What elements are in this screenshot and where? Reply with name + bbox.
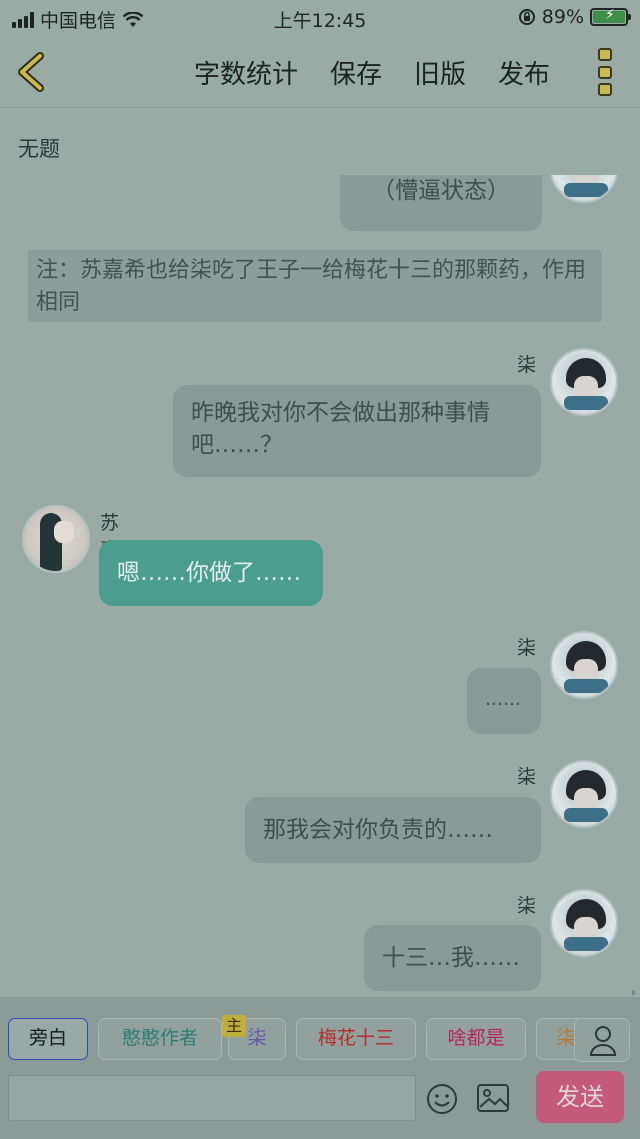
sender-name: 柒	[517, 637, 537, 659]
message-bubble: 那我会对你负责的……	[245, 797, 541, 863]
narration-note: 注：苏嘉希也给柒吃了王子一给梅花十三的那颗药，作用相同	[28, 250, 602, 322]
status-bar: 中国电信 上午12:45 89%	[0, 0, 640, 34]
avatar	[22, 505, 90, 573]
message-bubble: （懵逼状态）	[340, 175, 542, 231]
avatar	[550, 348, 618, 416]
role-qi-2[interactable]: 柒	[536, 1018, 578, 1060]
image-icon[interactable]	[476, 1083, 510, 1113]
old-version-button[interactable]: 旧版	[414, 54, 466, 91]
scrollbar[interactable]	[632, 990, 635, 995]
sender-name: 柒	[517, 354, 537, 376]
more-menu-icon[interactable]	[598, 48, 614, 96]
avatar	[550, 889, 618, 957]
avatar	[550, 631, 618, 699]
message-bubble: 嗯……你做了……	[99, 540, 323, 606]
add-role-button[interactable]	[574, 1018, 630, 1062]
publish-button[interactable]: 发布	[498, 54, 550, 91]
role-shaduoshi[interactable]: 啥都是	[426, 1018, 526, 1060]
role-narrator[interactable]: 旁白	[8, 1018, 88, 1060]
rotation-lock-icon	[518, 9, 535, 25]
message-input[interactable]	[8, 1075, 416, 1121]
message-bubble: 昨晚我对你不会做出那种事情吧……？	[173, 385, 541, 477]
story-title: 无题	[18, 137, 60, 161]
message-bubble: 十三…我……	[364, 925, 541, 991]
composer-panel: 旁白 憨憨作者 柒 梅花十三 啥都是 柒 主 发送	[0, 997, 640, 1139]
user-icon	[589, 1026, 617, 1056]
nav-actions: 字数统计 保存 旧版 发布	[194, 54, 550, 91]
save-button[interactable]: 保存	[330, 54, 382, 91]
avatar	[550, 175, 618, 203]
main-role-badge: 主	[222, 1015, 246, 1037]
battery-percent: 89%	[541, 6, 584, 28]
sender-name: 柒	[517, 766, 537, 788]
role-selector: 旁白 憨憨作者 柒 梅花十三 啥都是 柒	[8, 1018, 578, 1060]
send-button[interactable]: 发送	[536, 1071, 624, 1123]
word-count-button[interactable]: 字数统计	[194, 54, 298, 91]
message-bubble: ……	[467, 668, 541, 734]
avatar	[550, 760, 618, 828]
battery-icon	[590, 7, 631, 26]
status-right: 89%	[518, 6, 631, 28]
role-meihua-shisan[interactable]: 梅花十三	[296, 1018, 416, 1060]
navigation-bar: 字数统计 保存 旧版 发布	[0, 34, 640, 108]
emoji-icon[interactable]	[426, 1083, 458, 1115]
back-chevron-icon[interactable]	[14, 52, 48, 92]
sender-name: 柒	[517, 895, 537, 917]
role-author[interactable]: 憨憨作者	[98, 1018, 222, 1060]
chat-area[interactable]: （懵逼状态） 注：苏嘉希也给柒吃了王子一给梅花十三的那颗药，作用相同 柒 昨晚我…	[0, 175, 640, 995]
